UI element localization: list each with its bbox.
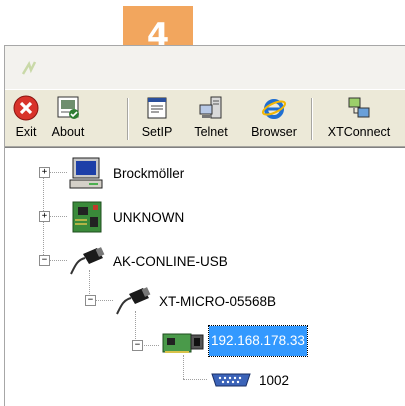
title-bar	[5, 46, 405, 89]
tree-item-label-selected: 192.168.178.33	[208, 325, 308, 357]
serial-port-icon	[209, 370, 253, 390]
device-tree[interactable]: + Brockmöller + UNKNOWN − AK-CONLINE-USB…	[5, 147, 405, 406]
tree-item-label: XT-MICRO-05568B	[159, 293, 277, 309]
xtconnect-button[interactable]: XTConnect	[319, 94, 399, 144]
tree-item-label: 1002	[259, 372, 290, 388]
tree-item-label: AK-CONLINE-USB	[113, 253, 228, 269]
tree-item-label: Brockmöller	[113, 165, 185, 181]
setip-button[interactable]: SetIP	[135, 94, 179, 144]
about-icon	[54, 94, 82, 122]
browser-button[interactable]: Browser	[249, 94, 299, 144]
toolbar-separator	[311, 98, 313, 140]
xtconnect-icon	[345, 94, 373, 122]
tree-connector	[47, 216, 67, 217]
collapse-toggle[interactable]: −	[132, 340, 143, 351]
tree-connector	[47, 172, 67, 173]
browser-icon	[260, 94, 288, 122]
circuit-board-icon	[69, 200, 105, 234]
tree-item-ip-address[interactable]: 192.168.178.33	[161, 325, 308, 357]
tree-connector	[183, 355, 184, 379]
tree-item-port-1002[interactable]: 1002	[209, 370, 289, 390]
app-window: Exit About SetIP Telnet Browser XTConnec…	[4, 45, 405, 406]
toolbar-separator	[127, 98, 129, 140]
tree-item-brockmoller[interactable]: Brockmöller	[69, 156, 184, 190]
tree-connector	[183, 379, 207, 380]
exit-icon	[12, 94, 40, 122]
usb-adapter-icon	[67, 244, 107, 278]
tree-item-label: UNKNOWN	[113, 209, 185, 225]
setip-icon	[143, 94, 171, 122]
toolbar: Exit About SetIP Telnet Browser XTConnec…	[5, 89, 405, 147]
network-card-icon	[161, 326, 205, 356]
browser-label: Browser	[251, 125, 297, 139]
about-button[interactable]: About	[45, 94, 91, 144]
collapse-toggle[interactable]: −	[85, 295, 96, 306]
collapse-toggle[interactable]: −	[39, 255, 50, 266]
tree-item-unknown[interactable]: UNKNOWN	[69, 200, 184, 234]
expand-toggle[interactable]: +	[39, 167, 50, 178]
exit-button[interactable]: Exit	[9, 94, 43, 144]
about-label: About	[51, 125, 85, 139]
exit-label: Exit	[15, 125, 37, 139]
tree-connector	[47, 260, 67, 261]
tree-item-ak-conline-usb[interactable]: AK-CONLINE-USB	[67, 244, 228, 278]
telnet-label: Telnet	[194, 125, 228, 139]
tree-item-xt-micro[interactable]: XT-MICRO-05568B	[113, 284, 276, 318]
telnet-button[interactable]: Telnet	[189, 94, 233, 144]
computer-icon	[69, 156, 105, 190]
usb-adapter-icon	[113, 284, 153, 318]
setip-label: SetIP	[141, 125, 173, 139]
app-logo-icon	[21, 60, 41, 78]
expand-toggle[interactable]: +	[39, 211, 50, 222]
xtconnect-label: XTConnect	[327, 125, 391, 139]
telnet-icon	[197, 94, 225, 122]
